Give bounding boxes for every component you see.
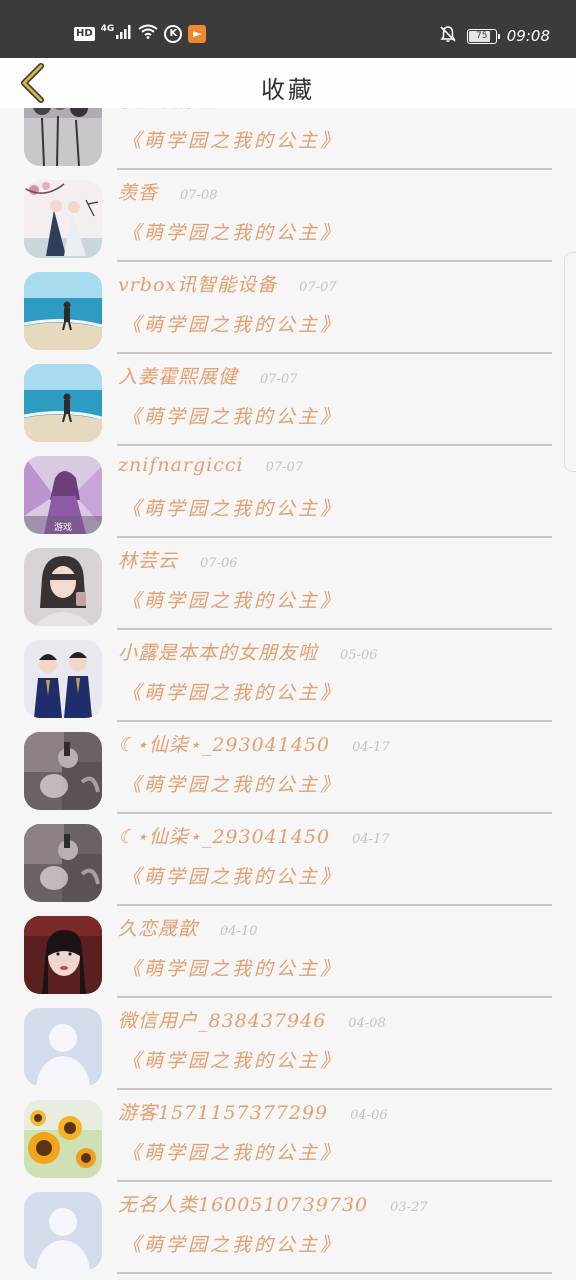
avatar[interactable] bbox=[24, 364, 102, 442]
list-item[interactable]: ☾⋆仙柒⋆_293041450 04-17 《萌学园之我的公主》 bbox=[0, 722, 576, 814]
avatar[interactable]: 游戏 bbox=[24, 456, 102, 534]
list-item[interactable]: 子微夜惊魂 07-08 《萌学园之我的公主》 bbox=[0, 108, 576, 170]
book-title[interactable]: 《萌学园之我的公主》 bbox=[122, 126, 342, 153]
name-row: 子微夜惊魂 07-08 bbox=[118, 108, 278, 113]
item-date: 07-08 bbox=[180, 188, 218, 203]
list-item[interactable]: 游戏 znifnargicci 07-07 《萌学园之我的公主》 bbox=[0, 446, 576, 538]
name-row: vrbox讯智能设备 07-07 bbox=[118, 270, 337, 297]
page-title: 收藏 bbox=[261, 76, 315, 104]
k-app-icon: K bbox=[164, 24, 183, 43]
battery-level: 75 bbox=[476, 31, 488, 41]
name-row: 林芸云 07-06 bbox=[118, 546, 238, 573]
name-row: znifnargicci 07-07 bbox=[118, 454, 303, 476]
user-name[interactable]: ☾⋆仙柒⋆_293041450 bbox=[118, 730, 330, 757]
user-name[interactable]: 入姜霍熙展健 bbox=[118, 362, 238, 389]
divider bbox=[117, 1272, 552, 1274]
list-item[interactable]: 入姜霍熙展健 07-07 《萌学园之我的公主》 bbox=[0, 354, 576, 446]
book-title[interactable]: 《萌学园之我的公主》 bbox=[122, 862, 342, 889]
avatar[interactable] bbox=[24, 1192, 102, 1270]
list-item[interactable]: 小露是本本的女朋友啦 05-06 《萌学园之我的公主》 bbox=[0, 630, 576, 722]
name-row: 微信用户_838437946 04-08 bbox=[118, 1006, 386, 1033]
book-title[interactable]: 《萌学园之我的公主》 bbox=[122, 954, 342, 981]
avatar[interactable] bbox=[24, 1100, 102, 1178]
svg-text:游戏: 游戏 bbox=[54, 521, 72, 533]
avatar[interactable] bbox=[24, 272, 102, 350]
book-title[interactable]: 《萌学园之我的公主》 bbox=[122, 770, 342, 797]
item-date: 04-08 bbox=[348, 1016, 386, 1031]
item-date: 04-10 bbox=[220, 924, 258, 939]
bell-muted-icon bbox=[439, 25, 457, 47]
user-name[interactable]: 微信用户_838437946 bbox=[118, 1006, 326, 1033]
list-item[interactable]: 微信用户_838437946 04-08 《萌学园之我的公主》 bbox=[0, 998, 576, 1090]
book-title[interactable]: 《萌学园之我的公主》 bbox=[122, 1046, 342, 1073]
book-title[interactable]: 《萌学园之我的公主》 bbox=[122, 678, 342, 705]
clock: 09:08 bbox=[506, 27, 550, 45]
list-item[interactable]: 游客1571157377299 04-06 《萌学园之我的公主》 bbox=[0, 1090, 576, 1182]
user-name[interactable]: 林芸云 bbox=[118, 546, 178, 573]
status-right-icons: 75 09:08 bbox=[439, 25, 550, 47]
item-date: 05-06 bbox=[340, 648, 378, 663]
name-row: 羡香 07-08 bbox=[118, 178, 218, 205]
avatar[interactable] bbox=[24, 108, 102, 166]
name-row: 入姜霍熙展健 07-07 bbox=[118, 362, 298, 389]
name-row: 小露是本本的女朋友啦 05-06 bbox=[118, 638, 378, 665]
name-row: 游客1571157377299 04-06 bbox=[118, 1098, 388, 1125]
hd-badge: HD bbox=[74, 26, 95, 41]
item-date: 07-06 bbox=[200, 556, 238, 571]
user-name[interactable]: 无名人类1600510739730 bbox=[118, 1190, 368, 1217]
user-name[interactable]: ☾⋆仙柒⋆_293041450 bbox=[118, 822, 330, 849]
item-date: 04-17 bbox=[352, 740, 390, 755]
user-name[interactable]: 久恋晟歆 bbox=[118, 914, 198, 941]
name-row: 无名人类1600510739730 03-27 bbox=[118, 1190, 428, 1217]
item-date: 04-17 bbox=[352, 832, 390, 847]
battery-icon: 75 bbox=[466, 28, 500, 44]
list-item[interactable]: 林芸云 07-06 《萌学园之我的公主》 bbox=[0, 538, 576, 630]
avatar[interactable] bbox=[24, 640, 102, 718]
avatar[interactable] bbox=[24, 548, 102, 626]
book-title[interactable]: 《萌学园之我的公主》 bbox=[122, 310, 342, 337]
item-date: 07-08 bbox=[240, 108, 277, 111]
name-row: ☾⋆仙柒⋆_293041450 04-17 bbox=[118, 822, 390, 849]
user-name[interactable]: 子微夜惊魂 bbox=[118, 108, 218, 113]
user-name[interactable]: znifnargicci bbox=[118, 454, 244, 476]
edge-scroll-handle[interactable] bbox=[564, 252, 576, 472]
favorites-list[interactable]: 子微夜惊魂07-08《萌学园之我的公主》羡香07-08《萌学园之我的公主》vrb… bbox=[0, 108, 576, 1280]
book-title[interactable]: 《萌学园之我的公主》 bbox=[122, 494, 342, 521]
signal-icon bbox=[116, 24, 132, 43]
book-title[interactable]: 《萌学园之我的公主》 bbox=[122, 218, 342, 245]
user-name[interactable]: 游客1571157377299 bbox=[118, 1098, 328, 1125]
wifi-icon bbox=[138, 24, 158, 43]
name-row: ☾⋆仙柒⋆_293041450 04-17 bbox=[118, 730, 390, 757]
avatar[interactable] bbox=[24, 916, 102, 994]
item-date: 07-07 bbox=[299, 280, 337, 295]
list-item[interactable]: ☾⋆仙柒⋆_293041450 04-17 《萌学园之我的公主》 bbox=[0, 814, 576, 906]
name-row: 久恋晟歆 04-10 bbox=[118, 914, 258, 941]
item-date: 03-27 bbox=[390, 1200, 428, 1215]
item-date: 07-07 bbox=[260, 372, 298, 387]
avatar[interactable] bbox=[24, 824, 102, 902]
app-notification-icon: ► bbox=[188, 24, 207, 43]
user-name[interactable]: vrbox讯智能设备 bbox=[118, 270, 277, 297]
avatar[interactable] bbox=[24, 180, 102, 258]
list-item[interactable]: 无名人类1600510739730 03-27 《萌学园之我的公主》 bbox=[0, 1182, 576, 1274]
status-bar: HD 4G K ► 75 09:08 bbox=[0, 0, 576, 58]
item-date: 04-06 bbox=[350, 1108, 388, 1123]
list-item[interactable]: 羡香 07-08 《萌学园之我的公主》 bbox=[0, 170, 576, 262]
user-name[interactable]: 小露是本本的女朋友啦 bbox=[118, 638, 318, 665]
avatar[interactable] bbox=[24, 1008, 102, 1086]
book-title[interactable]: 《萌学园之我的公主》 bbox=[122, 1230, 342, 1257]
book-title[interactable]: 《萌学园之我的公主》 bbox=[122, 1138, 342, 1165]
avatar[interactable] bbox=[24, 732, 102, 810]
list-item[interactable]: 久恋晟歆 04-10 《萌学园之我的公主》 bbox=[0, 906, 576, 998]
user-name[interactable]: 羡香 bbox=[118, 178, 158, 205]
book-title[interactable]: 《萌学园之我的公主》 bbox=[122, 586, 342, 613]
status-left-icons: HD 4G K ► bbox=[74, 23, 207, 43]
network-type: 4G bbox=[100, 23, 115, 34]
list-item[interactable]: vrbox讯智能设备 07-07 《萌学园之我的公主》 bbox=[0, 262, 576, 354]
header-bar: 收藏 bbox=[0, 58, 576, 108]
item-date: 07-07 bbox=[265, 460, 304, 475]
book-title[interactable]: 《萌学园之我的公主》 bbox=[122, 402, 342, 429]
